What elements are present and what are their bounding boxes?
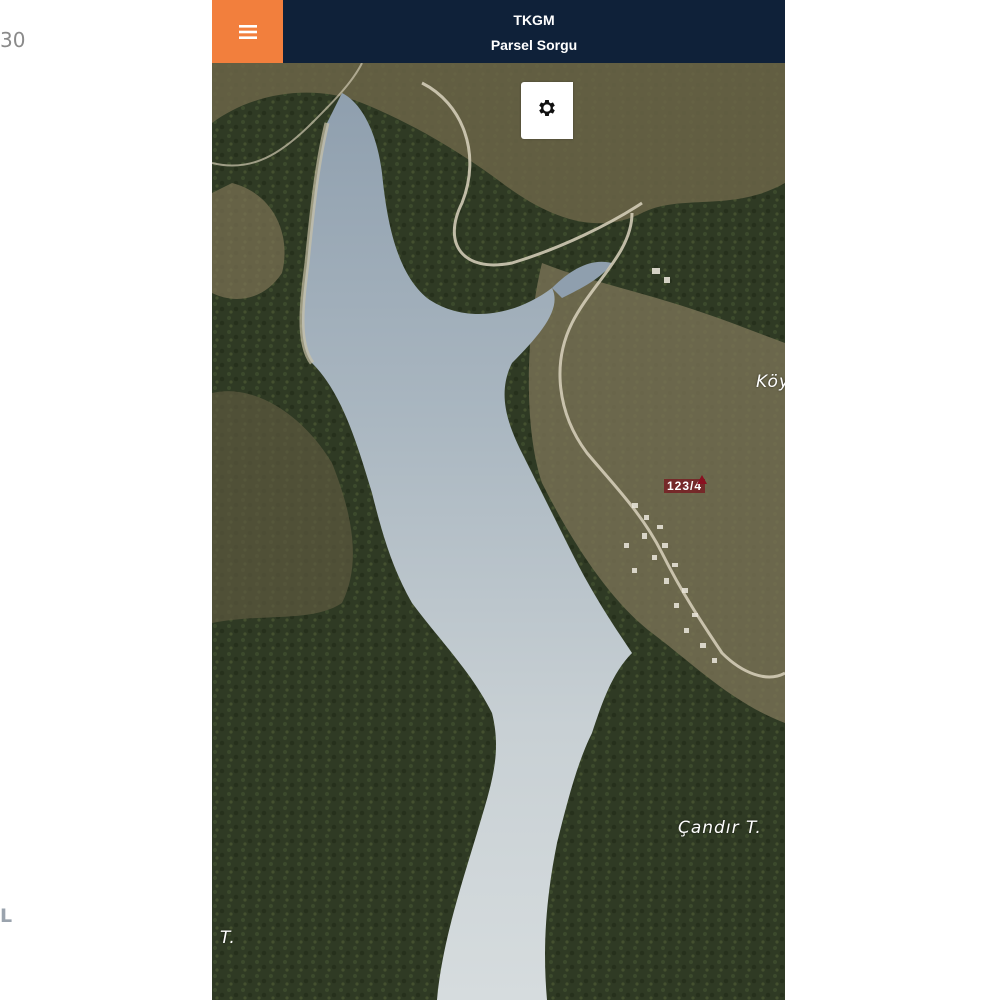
parcel-marker-icon[interactable]: [697, 472, 707, 484]
satellite-map[interactable]: [212, 63, 785, 1000]
app-subtitle: Parsel Sorgu: [490, 37, 578, 53]
hamburger-menu-icon: [238, 24, 257, 39]
page-edge-mark: L: [0, 905, 13, 927]
settings-button[interactable]: [521, 82, 573, 139]
gear-icon: [536, 97, 558, 124]
app-header: TKGM Parsel Sorgu: [212, 0, 785, 63]
menu-button[interactable]: [212, 0, 283, 63]
village-label: Köy: [756, 372, 785, 392]
hill-label: Çandır T.: [678, 818, 762, 838]
hill-label-west: T.: [220, 928, 236, 948]
phone-screen: TKGM Parsel Sorgu Kö Çandır T. T. 123/4: [212, 0, 785, 1000]
header-titles: TKGM Parsel Sorgu: [283, 0, 785, 63]
app-title: TKGM: [513, 12, 555, 28]
page-edge-text: 30: [0, 28, 26, 52]
